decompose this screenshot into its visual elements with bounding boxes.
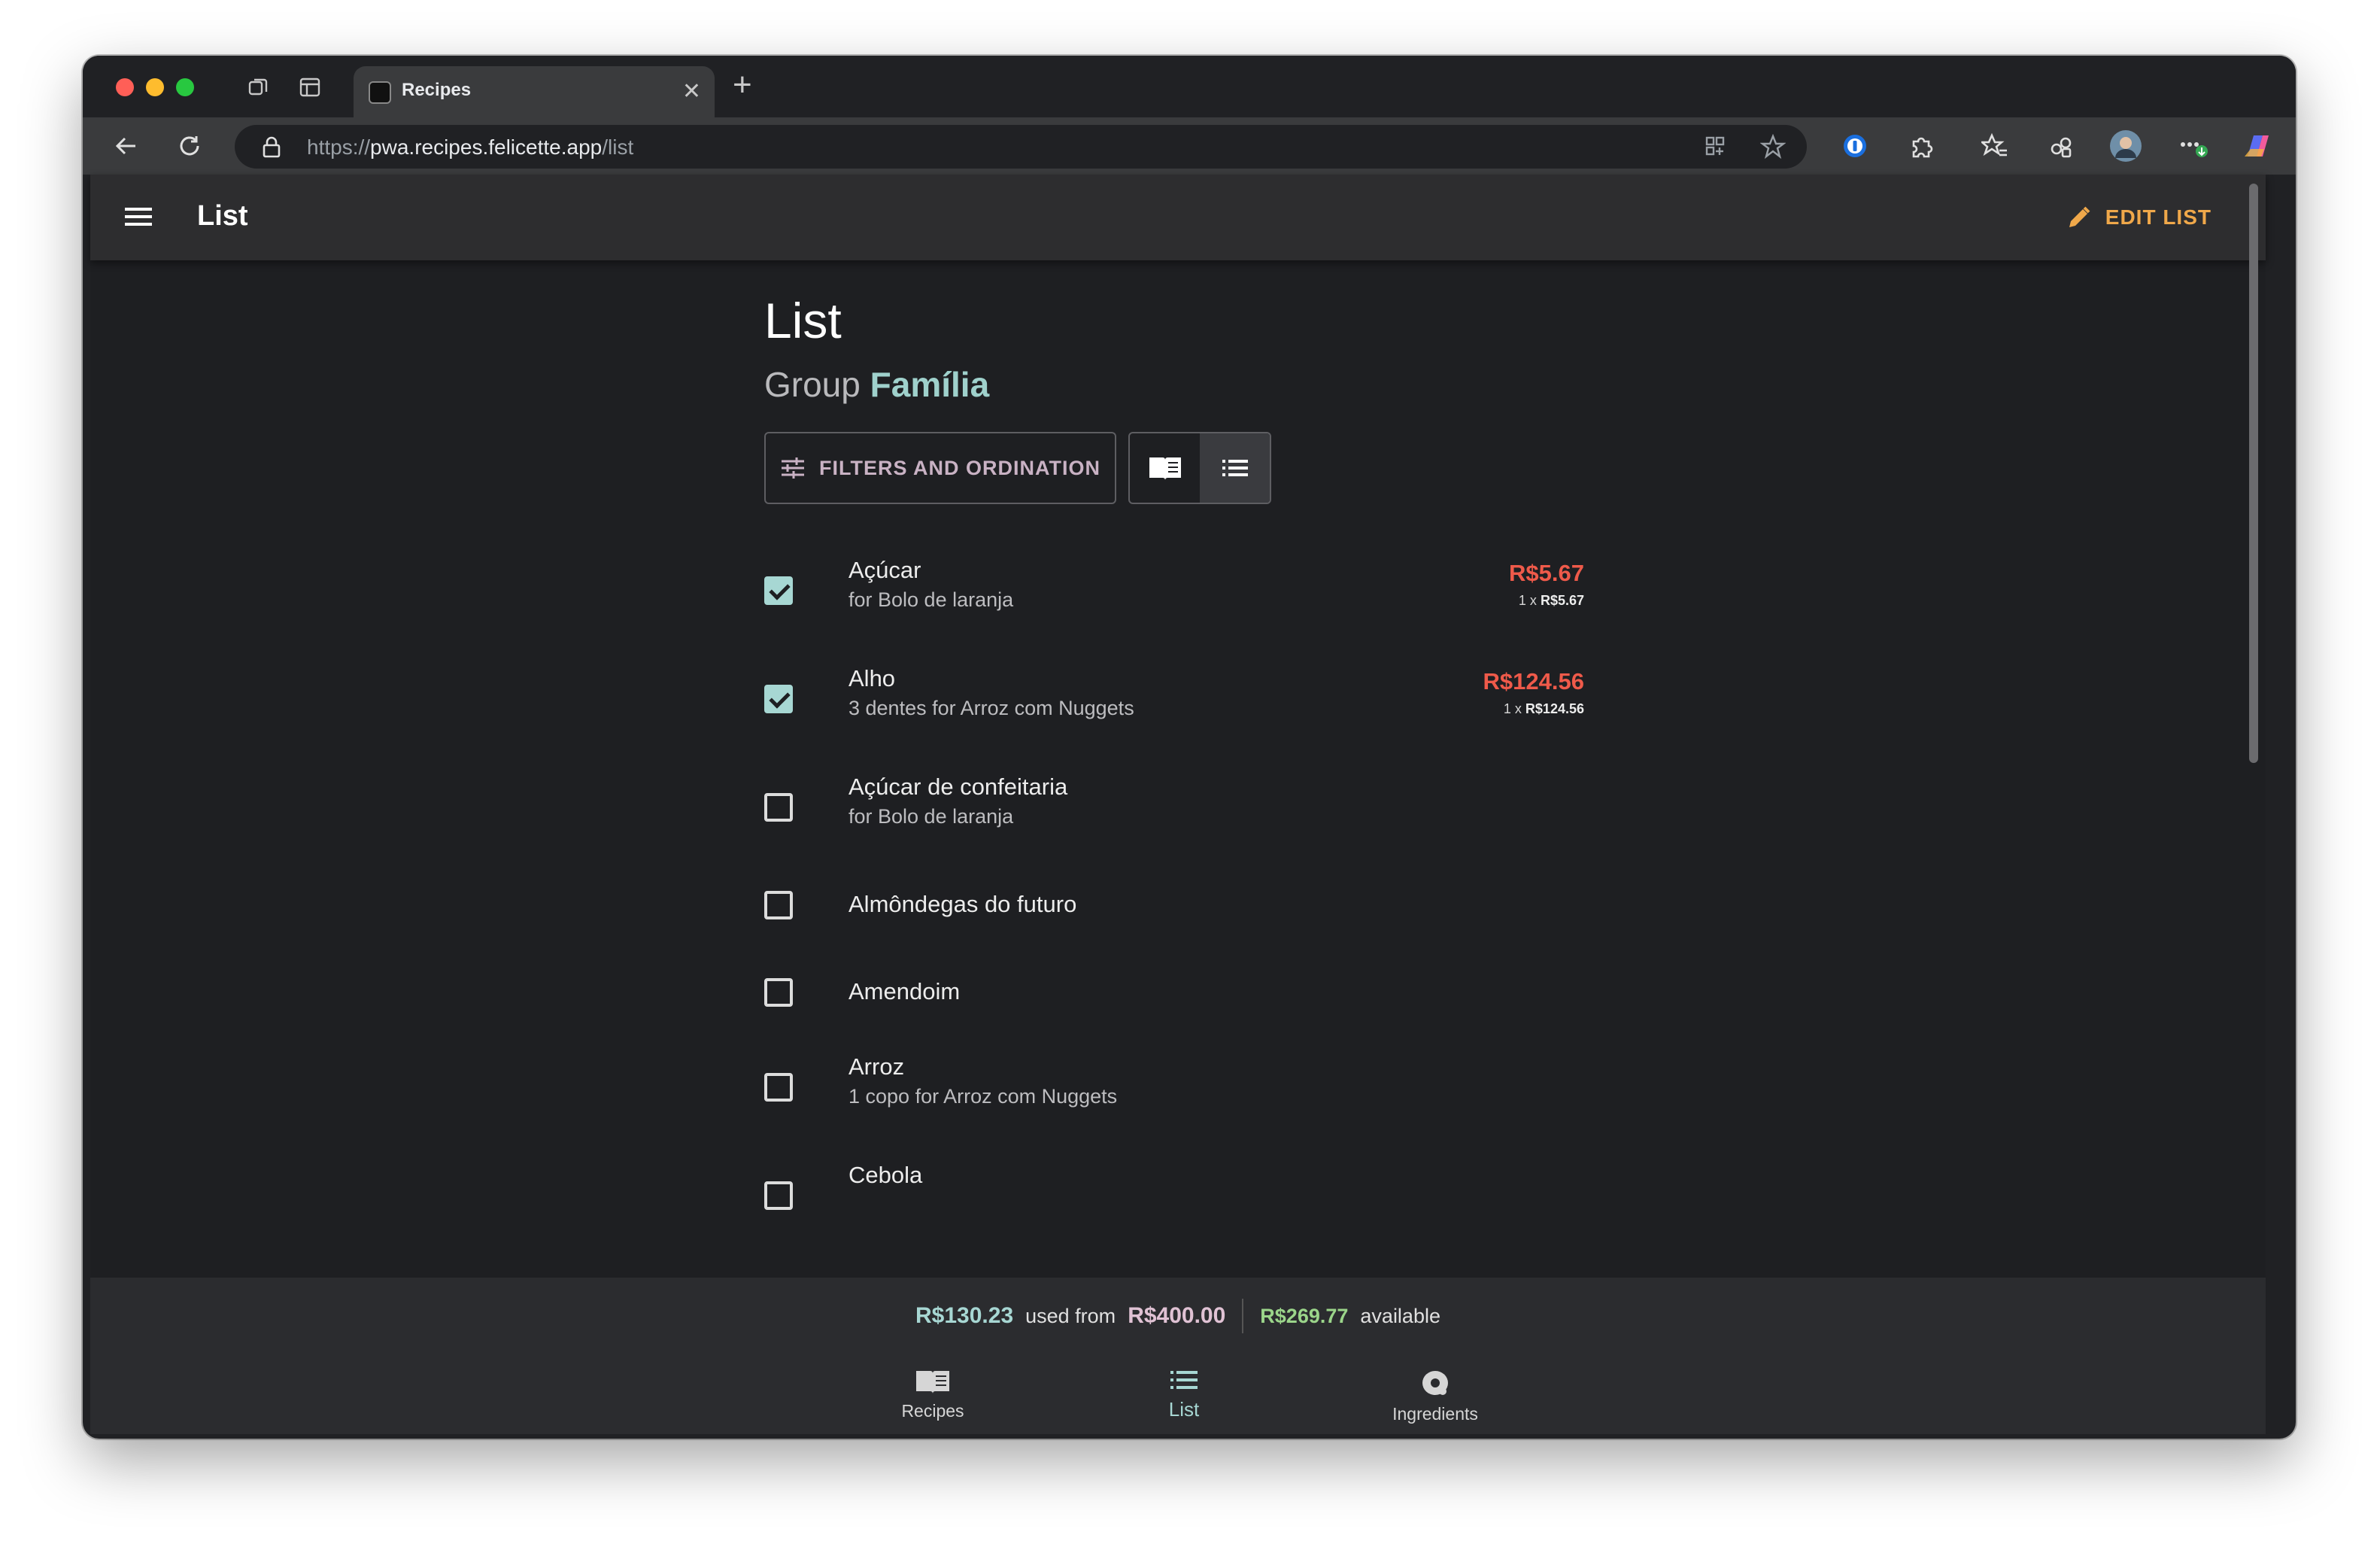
list-item[interactable]: Açúcar for Bolo de laranja R$5.67 1 x R$…: [764, 545, 1584, 650]
close-window-button[interactable]: [116, 78, 134, 96]
item-name: Alho: [848, 665, 896, 691]
nav-list[interactable]: List: [1109, 1368, 1259, 1421]
nav-ingredients[interactable]: Ingredients: [1360, 1368, 1510, 1424]
filters-label: FILTERS AND ORDINATION: [819, 456, 1100, 479]
edit-list-label: EDIT LIST: [2105, 205, 2212, 229]
used-from-label: used from: [1025, 1304, 1116, 1327]
reload-icon[interactable]: [172, 128, 208, 164]
more-menu-icon[interactable]: [2175, 128, 2212, 164]
list-item[interactable]: Almôndegas do futuro: [764, 870, 1584, 953]
nav-list-label: List: [1168, 1398, 1200, 1421]
tune-icon: [782, 457, 804, 479]
close-tab-icon[interactable]: ✕: [682, 78, 701, 105]
edit-list-button[interactable]: EDIT LIST: [2066, 197, 2212, 238]
item-checkbox[interactable]: [764, 1181, 793, 1210]
summary-divider: [1242, 1299, 1244, 1333]
nav-ingredients-label: Ingredients: [1392, 1404, 1478, 1424]
list-icon: [1222, 460, 1248, 476]
tab-actions-icon[interactable]: [295, 72, 325, 102]
item-checkbox[interactable]: [764, 793, 793, 822]
item-name: Açúcar: [848, 557, 921, 583]
browser-toolbar: https://pwa.recipes.felicette.app/list: [83, 117, 2296, 175]
book-icon: [1149, 457, 1181, 480]
item-price: R$5.67: [1509, 560, 1584, 586]
profile-avatar[interactable]: [2108, 128, 2144, 164]
extensions-icon[interactable]: [1903, 128, 1939, 164]
budget-summary: R$130.23 used from R$400.00 R$269.77 ava…: [90, 1278, 2266, 1354]
hamburger-menu-icon[interactable]: [123, 203, 153, 230]
filters-button[interactable]: FILTERS AND ORDINATION: [764, 432, 1116, 504]
app-available-icon[interactable]: [1703, 134, 1727, 162]
item-detail: for Bolo de laranja: [848, 588, 1014, 611]
budget-total: R$400.00: [1128, 1303, 1226, 1328]
new-tab-icon[interactable]: +: [733, 66, 752, 104]
copilot-icon[interactable]: [2239, 128, 2275, 164]
recipes-view-button[interactable]: [1130, 433, 1200, 503]
item-checkbox[interactable]: [764, 576, 793, 605]
nav-recipes-label: Recipes: [901, 1401, 964, 1421]
back-icon[interactable]: [108, 128, 144, 164]
item-price: R$124.56: [1483, 668, 1584, 694]
appbar-title: List: [197, 200, 248, 232]
bottom-navigation: Recipes List Ingredients: [90, 1354, 2266, 1434]
address-bar[interactable]: https://pwa.recipes.felicette.app/list: [235, 125, 1807, 169]
item-checkbox[interactable]: [764, 978, 793, 1007]
item-name: Cebola: [848, 1162, 923, 1188]
browser-tab[interactable]: Recipes ✕: [354, 66, 715, 117]
book-icon: [916, 1371, 949, 1393]
browser-window: Recipes ✕ + https://pwa.recipes.felicett…: [83, 56, 2296, 1439]
item-detail: for Bolo de laranja: [848, 805, 1014, 828]
item-name: Açúcar de confeitaria: [848, 773, 1068, 800]
favorite-star-icon[interactable]: [1759, 133, 1787, 163]
available-amount: R$269.77: [1260, 1304, 1349, 1327]
item-name: Almôndegas do futuro: [848, 891, 1077, 917]
view-toggle: [1128, 432, 1271, 504]
list-item[interactable]: Amendoim: [764, 957, 1584, 1040]
item-price-detail: 1 x R$124.56: [1503, 701, 1584, 716]
nav-recipes[interactable]: Recipes: [858, 1368, 1008, 1421]
url-text: https://pwa.recipes.felicette.app/list: [307, 135, 634, 159]
list-icon: [1170, 1371, 1198, 1389]
available-label: available: [1360, 1304, 1440, 1327]
item-detail: 1 copo for Arroz com Nuggets: [848, 1085, 1118, 1108]
lock-icon: [262, 135, 281, 162]
group-line: Group Família: [764, 365, 990, 404]
tab-bar: Recipes ✕ +: [83, 56, 2296, 117]
scroll-area[interactable]: List Group Família FILTERS AND ORDINATIO…: [90, 260, 2266, 1393]
minimize-window-button[interactable]: [146, 78, 164, 96]
app-bar: List EDIT LIST: [90, 175, 2266, 260]
list-item[interactable]: Cebola: [764, 1150, 1584, 1255]
used-amount: R$130.23: [915, 1303, 1014, 1328]
group-name: Família: [870, 365, 990, 404]
item-name: Arroz: [848, 1053, 905, 1080]
list-item[interactable]: Açúcar de confeitaria for Bolo de laranj…: [764, 761, 1584, 867]
password-manager-icon[interactable]: [1837, 128, 1873, 164]
item-detail: 3 dentes for Arroz com Nuggets: [848, 697, 1134, 719]
list-item[interactable]: Alho 3 dentes for Arroz com Nuggets R$12…: [764, 653, 1584, 758]
collections-icon[interactable]: [2043, 128, 2079, 164]
list-view-button[interactable]: [1200, 433, 1270, 503]
item-checkbox[interactable]: [764, 891, 793, 919]
item-checkbox[interactable]: [764, 1073, 793, 1102]
ingredients-icon: [1422, 1371, 1448, 1395]
pencil-icon: [2069, 206, 2090, 227]
page-title: List: [764, 293, 842, 348]
scrollbar[interactable]: [2249, 184, 2258, 763]
item-price-detail: 1 x R$5.67: [1518, 593, 1584, 608]
app-page: List EDIT LIST List Group Família FILTER…: [90, 175, 2266, 1434]
item-checkbox[interactable]: [764, 685, 793, 713]
list-item[interactable]: Arroz 1 copo for Arroz com Nuggets: [764, 1041, 1584, 1147]
tab-title: Recipes: [402, 80, 472, 100]
item-name: Amendoim: [848, 978, 961, 1004]
app-favicon-icon: [369, 81, 391, 104]
workspaces-icon[interactable]: [244, 72, 274, 102]
maximize-window-button[interactable]: [176, 78, 194, 96]
favorites-icon[interactable]: [1977, 128, 2013, 164]
